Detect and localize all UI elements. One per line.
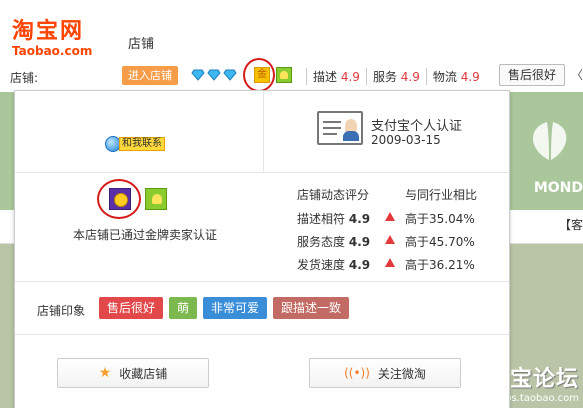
rating-row: 服务态度 4.9 高于45.70% — [297, 233, 497, 251]
rating-score: 4.9 — [348, 212, 371, 226]
star-icon: ★ — [98, 365, 112, 381]
credit-diamonds — [191, 69, 237, 81]
score-logistics: 物流 4.9 — [425, 68, 486, 85]
contact-me-label: 和我联系 — [119, 137, 165, 151]
rating-score: 4.9 — [348, 258, 371, 272]
rating-label: 服务态度 — [297, 235, 346, 249]
shop-label: 店铺: — [10, 71, 39, 85]
impression-tag[interactable]: 售后很好 — [99, 297, 164, 319]
shop-info-bar: 店铺: 进入店铺 金 描述 4.9 服务 4.9 物流 4.9 售后很好 〈 — [0, 64, 583, 88]
compare-header: 与同行业相比 — [405, 188, 478, 202]
rating-score: 4.9 — [348, 235, 371, 249]
up-arrow-icon — [385, 258, 395, 267]
rating-compare: 高于36.21% — [405, 258, 475, 272]
rating-label: 发货速度 — [297, 258, 346, 272]
alipay-verify-title: 支付宝个人认证 — [371, 119, 463, 134]
shop-scores: 描述 4.9 服务 4.9 物流 4.9 — [306, 68, 486, 85]
rating-row: 描述相符 4.9 高于35.04% — [297, 210, 497, 228]
broadcast-icon: ((•)) — [344, 366, 370, 380]
impression-tag[interactable]: 非常可爱 — [203, 297, 268, 319]
leaf-icon — [532, 122, 567, 160]
score-service: 服务 4.9 — [365, 68, 426, 85]
shop-impression-section: 店铺印象 售后很好 萌 非常可爱 跟描述一致 — [15, 283, 509, 335]
alipay-verify-date: 2009-03-15 — [371, 133, 441, 147]
diamond-icon — [191, 69, 205, 81]
follow-weitao-button[interactable]: ((•)) 关注微淘 — [309, 358, 461, 388]
favorite-shop-label: 收藏店铺 — [119, 366, 168, 381]
rating-compare: 高于35.04% — [405, 212, 475, 226]
taobao-logo[interactable]: 淘宝网 Taobao.com — [12, 19, 104, 59]
logo-english: Taobao.com — [12, 44, 93, 58]
banner-brand-text: MOND — [533, 180, 583, 196]
consumer-protection-icon[interactable] — [276, 67, 292, 83]
after-sale-tag-button[interactable]: 售后很好 — [499, 64, 565, 86]
popup-actions: ★ 收藏店铺 ((•)) 关注微淘 — [15, 336, 509, 408]
highlight-circle — [243, 58, 275, 92]
page-title: 店铺 — [128, 37, 155, 52]
highlight-circle — [97, 179, 141, 219]
id-card-icon — [317, 111, 363, 145]
contact-me-button[interactable]: 和我联系 — [105, 135, 165, 153]
consumer-protection-icon[interactable] — [145, 188, 167, 210]
impression-label: 店铺印象 — [37, 304, 86, 318]
shop-info-popup: 和我联系 支付宝个人认证 2009-03-15 本店铺已通过金牌卖家认证 店铺动… — [14, 90, 510, 408]
up-arrow-icon — [385, 235, 395, 244]
rating-row: 发货速度 4.9 高于36.21% — [297, 256, 497, 274]
diamond-icon — [223, 69, 237, 81]
up-arrow-icon — [385, 212, 395, 221]
logo-chinese: 淘宝网 — [12, 19, 85, 44]
chevron-right-icon[interactable]: 〈 — [571, 66, 583, 83]
follow-weitao-label: 关注微淘 — [377, 366, 426, 381]
score-description: 描述 4.9 — [306, 68, 366, 85]
popup-upper-section: 和我联系 支付宝个人认证 2009-03-15 — [15, 91, 509, 173]
favorite-shop-button[interactable]: ★ 收藏店铺 — [57, 358, 209, 388]
gold-seller-certified-text: 本店铺已通过金牌卖家认证 — [73, 228, 218, 242]
impression-tag[interactable]: 跟描述一致 — [273, 297, 350, 319]
popup-rating-section: 本店铺已通过金牌卖家认证 店铺动态评分 与同行业相比 描述相符 4.9 高于35… — [15, 174, 509, 282]
impression-tag[interactable]: 萌 — [169, 297, 198, 319]
rating-compare: 高于45.70% — [405, 235, 475, 249]
nav-tab-customer[interactable]: 【客 — [559, 216, 583, 233]
rating-label: 描述相符 — [297, 212, 346, 226]
rating-header: 店铺动态评分 — [297, 188, 370, 202]
enter-shop-button[interactable]: 进入店铺 — [122, 66, 178, 85]
diamond-icon — [207, 69, 221, 81]
